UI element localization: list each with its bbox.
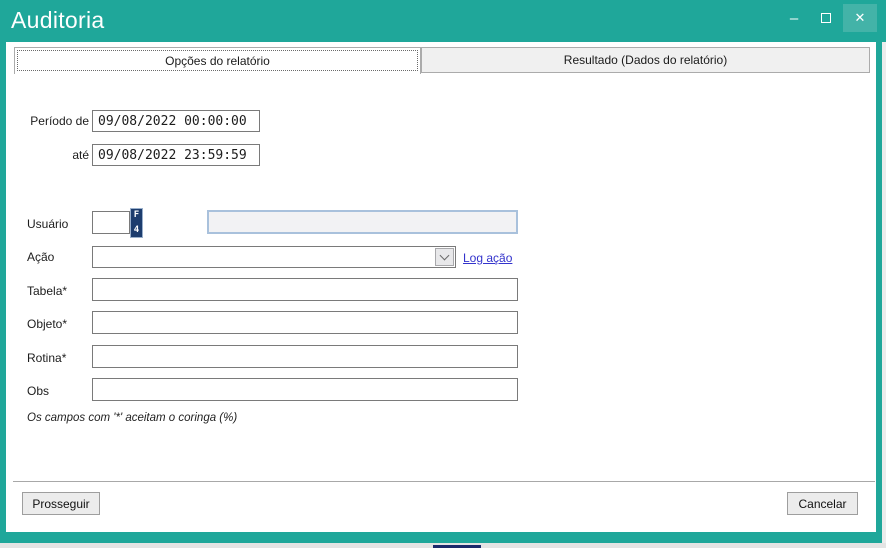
log-acao-link[interactable]: Log ação [463,251,512,265]
window-title: Auditoria [11,7,104,34]
close-icon: ✕ [855,10,866,26]
acao-dropdown-button[interactable] [435,248,454,266]
wildcard-note: Os campos com '*' aceitam o coringa (%) [27,412,237,424]
cancelar-button[interactable]: Cancelar [787,492,858,515]
acao-combobox[interactable] [92,246,456,268]
ate-input[interactable] [92,144,260,166]
obs-input[interactable] [92,378,518,401]
minimize-icon: – [790,10,798,27]
objeto-input[interactable] [92,311,518,334]
maximize-button[interactable] [811,4,841,32]
rotina-label: Rotina* [27,351,66,365]
rotina-input[interactable] [92,345,518,368]
window-border-right [876,42,882,543]
f4-lookup-button[interactable]: F 4 [130,208,143,238]
tab-label: Resultado (Dados do relatório) [564,53,727,67]
prosseguir-button[interactable]: Prosseguir [22,492,100,515]
close-button[interactable]: ✕ [843,4,877,32]
chevron-down-icon [440,251,450,261]
obs-label: Obs [27,384,49,398]
footer-divider [13,481,875,482]
window-border-bottom [0,532,882,543]
f4-icon-top: F [134,211,139,220]
periodo-de-input[interactable] [92,110,260,132]
objeto-label: Objeto* [27,317,67,331]
tabela-label: Tabela* [27,284,67,298]
ate-label: até [8,148,89,162]
f4-icon-bottom: 4 [134,226,139,235]
tab-resultado-relatorio[interactable]: Resultado (Dados do relatório) [421,47,870,73]
periodo-de-label: Período de [8,114,89,128]
titlebar: Auditoria – ✕ [0,0,886,42]
usuario-label: Usuário [27,217,68,231]
maximize-icon [821,13,831,23]
auditoria-window: Auditoria – ✕ Opções do relatório Result… [0,0,886,548]
usuario-code-input[interactable] [92,211,130,234]
usuario-name-field [207,210,518,234]
acao-label: Ação [27,250,54,264]
tab-opcoes-relatorio[interactable]: Opções do relatório [14,47,421,74]
minimize-button[interactable]: – [779,4,809,32]
tab-label: Opções do relatório [165,54,270,68]
tabela-input[interactable] [92,278,518,301]
